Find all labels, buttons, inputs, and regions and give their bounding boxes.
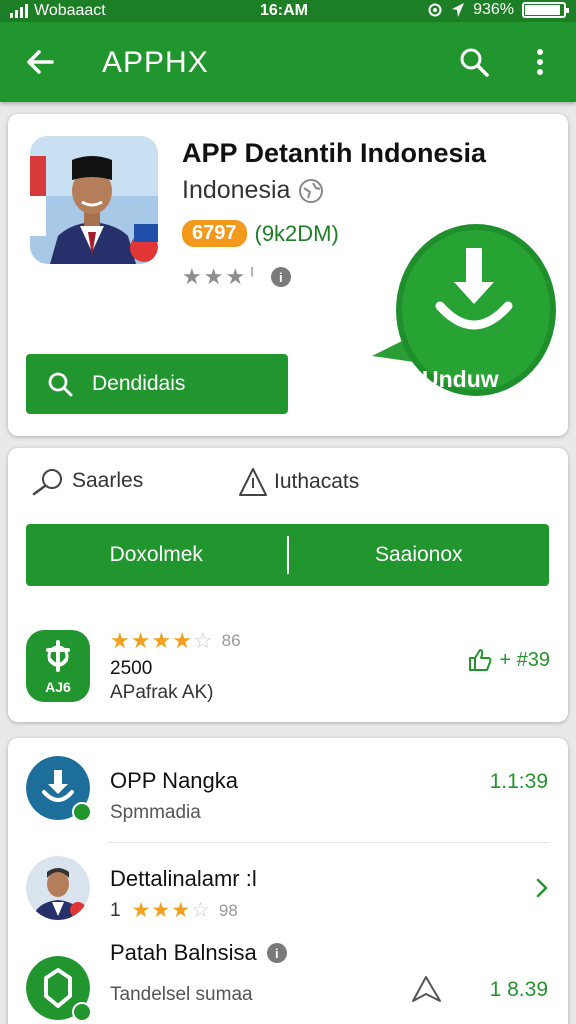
status-bar: Wobaaact 16:AM 936% bbox=[0, 0, 576, 22]
featured-listing[interactable]: AJ6 ★ ★ ★ ★ ☆ 86 2500 APafrak AK) + #39 bbox=[26, 628, 550, 703]
list-item-rating-count: 98 bbox=[218, 900, 238, 920]
list-item-title: OPP Nangka bbox=[110, 768, 239, 793]
star-icon: ★ bbox=[182, 264, 202, 289]
segment-left[interactable]: Doxolmek bbox=[26, 524, 287, 586]
list-item[interactable]: Dettalinalamr :l 1 ★ ★ ★ ☆ 98 bbox=[8, 854, 568, 934]
list-item-time: 1.1:39 bbox=[489, 770, 548, 793]
tab-updates[interactable]: Iuthacats bbox=[238, 466, 359, 498]
list-item-subtitle: Tandelsel sumaa bbox=[110, 984, 253, 1005]
search-icon bbox=[32, 469, 62, 496]
send-icon[interactable] bbox=[410, 974, 444, 1004]
star-icon: ★ bbox=[172, 628, 192, 653]
alert-triangle-icon bbox=[239, 468, 267, 496]
segmented-control: Doxolmek Saaionox bbox=[26, 524, 549, 586]
section-card: Saarles Iuthacats Doxolmek Saaionox AJ6 … bbox=[8, 448, 568, 722]
star-icon: ★ bbox=[130, 628, 151, 653]
publisher-name: Indonesia bbox=[182, 176, 291, 204]
list-item-title-row: Patah Balnsisa i bbox=[110, 940, 287, 966]
listing-rating: ★ ★ ★ ★ ☆ 86 bbox=[110, 628, 241, 654]
thumbs-up-icon bbox=[469, 649, 492, 671]
list-divider bbox=[108, 842, 550, 843]
star-icon: ★ bbox=[203, 264, 224, 289]
price-row: 6797 (9k2DM) bbox=[182, 220, 339, 247]
half-star-icon: ╵ bbox=[247, 269, 257, 286]
listing-size: 2500 bbox=[110, 658, 153, 679]
list-item[interactable]: Patah Balnsisa i Tandelsel sumaa 1 8.39 bbox=[8, 934, 568, 1024]
list-item-time: 1 8.39 bbox=[489, 978, 548, 1001]
app-icon bbox=[30, 136, 158, 264]
signal-icon bbox=[10, 4, 28, 18]
star-icon: ★ bbox=[151, 628, 172, 653]
listing-rating-count: 86 bbox=[221, 631, 241, 650]
back-arrow-icon[interactable] bbox=[22, 44, 58, 80]
star-icon: ★ bbox=[171, 899, 191, 922]
info-icon[interactable]: i bbox=[270, 267, 291, 287]
star-icon: ★ bbox=[110, 628, 130, 653]
battery-icon bbox=[522, 2, 569, 18]
verified-badge-icon bbox=[72, 802, 92, 822]
publisher[interactable]: Indonesia bbox=[182, 176, 324, 205]
list-item-rating: 1 ★ ★ ★ ☆ 98 bbox=[110, 898, 238, 923]
tab-updates-label: Iuthacats bbox=[274, 470, 360, 493]
search-icon bbox=[48, 372, 73, 397]
price-sub: (9k2DM) bbox=[254, 220, 339, 246]
empty-star-icon: ☆ bbox=[191, 899, 210, 922]
app-detail-card: APP Detantih Indonesia Indonesia 6797 (9… bbox=[8, 114, 568, 436]
app-name: APP Detantih Indonesia bbox=[182, 138, 487, 168]
listing-app-icon: AJ6 bbox=[26, 630, 90, 702]
listing-icon-text: AJ6 bbox=[45, 679, 71, 695]
list-item[interactable]: OPP Nangka Spmmadia 1.1:39 bbox=[8, 754, 568, 834]
listing-developer: APafrak AK) bbox=[110, 682, 214, 703]
battery-percent: 936% bbox=[473, 1, 514, 18]
tab-searches[interactable]: Saarles bbox=[30, 466, 143, 496]
carrier-label: Wobaaact bbox=[34, 2, 106, 19]
rating-stars: ★ ★ ★ ╵ i bbox=[182, 264, 291, 290]
app-bar-title: APPHX bbox=[102, 46, 209, 79]
list-item-title: Dettalinalamr :l bbox=[110, 866, 257, 891]
empty-star-icon: ☆ bbox=[192, 628, 213, 653]
verified-badge-icon bbox=[72, 1002, 92, 1022]
globe-icon bbox=[299, 178, 324, 203]
more-vert-icon[interactable] bbox=[524, 44, 556, 80]
location-arrow-icon bbox=[452, 3, 465, 17]
list-item-rank: 1 bbox=[110, 899, 121, 921]
sync-icon bbox=[428, 3, 442, 17]
price-badge: 6797 bbox=[182, 220, 247, 247]
star-icon: ★ bbox=[131, 899, 151, 922]
status-time: 16:AM bbox=[260, 2, 309, 19]
star-icon: ★ bbox=[151, 899, 171, 922]
tab-searches-label: Saarles bbox=[72, 469, 144, 492]
list-item-avatar bbox=[26, 856, 90, 920]
info-icon[interactable]: i bbox=[266, 943, 287, 963]
segment-right[interactable]: Saaionox bbox=[289, 524, 550, 586]
listing-action-text: + #39 bbox=[499, 648, 550, 671]
chevron-right-icon[interactable] bbox=[534, 876, 550, 900]
listing-action[interactable]: + #39 bbox=[467, 648, 550, 672]
search-button-label: Dendidais bbox=[92, 372, 186, 395]
search-button[interactable]: Dendidais bbox=[26, 354, 288, 414]
download-label: Unduw bbox=[422, 366, 499, 392]
app-list-card: OPP Nangka Spmmadia 1.1:39 Dettalinalamr… bbox=[8, 738, 568, 1024]
list-item-title: Patah Balnsisa bbox=[110, 940, 257, 965]
list-item-subtitle: Spmmadia bbox=[110, 802, 201, 823]
app-bar: APPHX bbox=[0, 22, 576, 102]
search-icon[interactable] bbox=[456, 44, 492, 80]
star-icon: ★ bbox=[225, 264, 246, 289]
